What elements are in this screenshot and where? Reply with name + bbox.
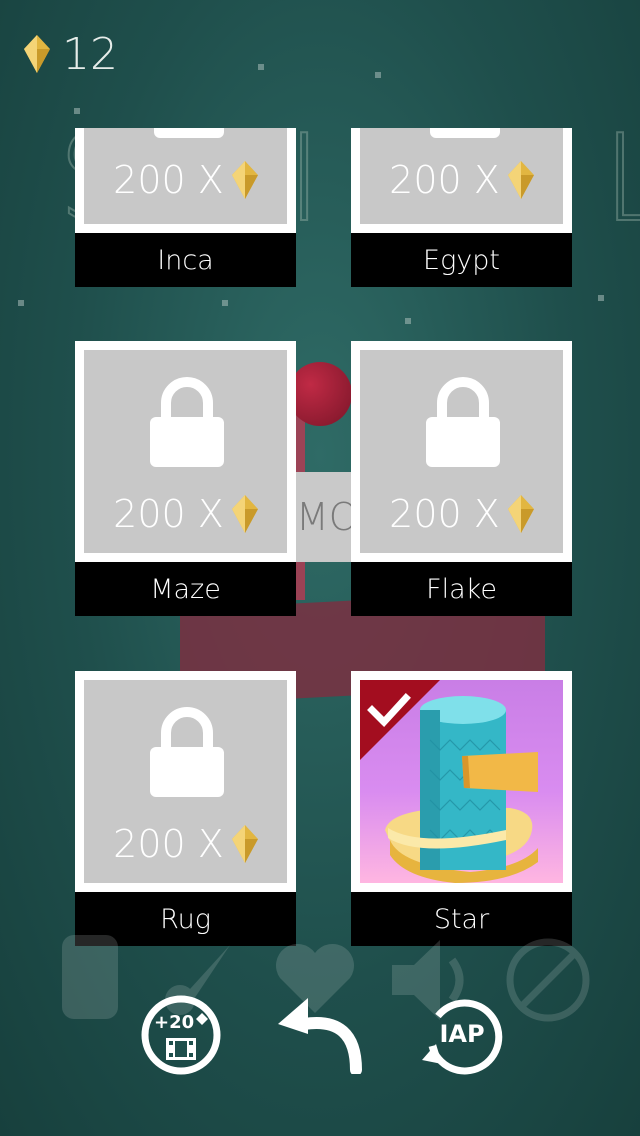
lock-icon bbox=[426, 377, 500, 467]
theme-thumbnail: 200 X bbox=[84, 680, 287, 883]
background-partial-text: MO bbox=[296, 472, 352, 562]
background-star bbox=[222, 300, 228, 306]
gem-icon bbox=[231, 825, 258, 863]
price-tag: 200 X bbox=[84, 158, 287, 202]
theme-card-maze[interactable]: 200 X Maze bbox=[75, 341, 296, 616]
free-gems-video-button[interactable]: +20 bbox=[140, 994, 222, 1076]
gem-icon bbox=[507, 495, 534, 533]
background-ball bbox=[288, 362, 352, 426]
selected-ribbon bbox=[360, 680, 440, 760]
theme-thumbnail: 200 X bbox=[84, 350, 287, 553]
lock-icon bbox=[150, 377, 224, 467]
gem-icon bbox=[231, 161, 258, 199]
price-text: 200 X bbox=[113, 492, 224, 536]
theme-thumbnail: 200 X bbox=[84, 128, 287, 224]
price-tag: 200 X bbox=[360, 158, 563, 202]
background-star bbox=[598, 295, 604, 301]
gem-counter: 12 bbox=[24, 28, 118, 80]
lock-icon bbox=[154, 128, 224, 138]
gem-icon bbox=[24, 35, 50, 73]
theme-thumbnail: 200 X bbox=[360, 350, 563, 553]
no-ads-icon bbox=[506, 938, 590, 1022]
theme-name: Maze bbox=[75, 562, 296, 616]
background-star bbox=[18, 300, 24, 306]
theme-card-inca[interactable]: 200 X Inca bbox=[75, 128, 296, 287]
background-star bbox=[258, 64, 264, 70]
price-text: 200 X bbox=[113, 822, 224, 866]
back-button[interactable] bbox=[278, 998, 366, 1076]
price-text: 200 X bbox=[389, 158, 500, 202]
price-text: 200 X bbox=[113, 158, 224, 202]
price-tag: 200 X bbox=[84, 492, 287, 536]
price-text: 200 X bbox=[389, 492, 500, 536]
theme-card-flake[interactable]: 200 X Flake bbox=[351, 341, 572, 616]
lock-icon bbox=[430, 128, 500, 138]
price-tag: 200 X bbox=[360, 492, 563, 536]
theme-card-egypt[interactable]: 200 X Egypt bbox=[351, 128, 572, 287]
background-star bbox=[375, 72, 381, 78]
gem-icon bbox=[231, 495, 258, 533]
theme-name: Egypt bbox=[351, 233, 572, 287]
background-star bbox=[405, 318, 411, 324]
gem-icon bbox=[507, 161, 534, 199]
background-star bbox=[74, 108, 80, 114]
theme-card-star[interactable]: Star bbox=[351, 671, 572, 946]
price-tag: 200 X bbox=[84, 822, 287, 866]
gem-count: 12 bbox=[62, 28, 118, 80]
iap-restore-button[interactable]: IAP bbox=[420, 994, 504, 1078]
free-gems-label: +20 bbox=[154, 1012, 195, 1033]
lock-icon bbox=[150, 707, 224, 797]
theme-thumbnail bbox=[360, 680, 563, 883]
back-arrow-icon bbox=[278, 998, 362, 1076]
theme-card-rug[interactable]: 200 X Rug bbox=[75, 671, 296, 946]
theme-name: Flake bbox=[351, 562, 572, 616]
video-reward-icon bbox=[141, 995, 221, 1075]
iap-label: IAP bbox=[439, 1020, 485, 1048]
waves-icon bbox=[62, 935, 118, 1019]
theme-name: Inca bbox=[75, 233, 296, 287]
theme-thumbnail: 200 X bbox=[360, 128, 563, 224]
